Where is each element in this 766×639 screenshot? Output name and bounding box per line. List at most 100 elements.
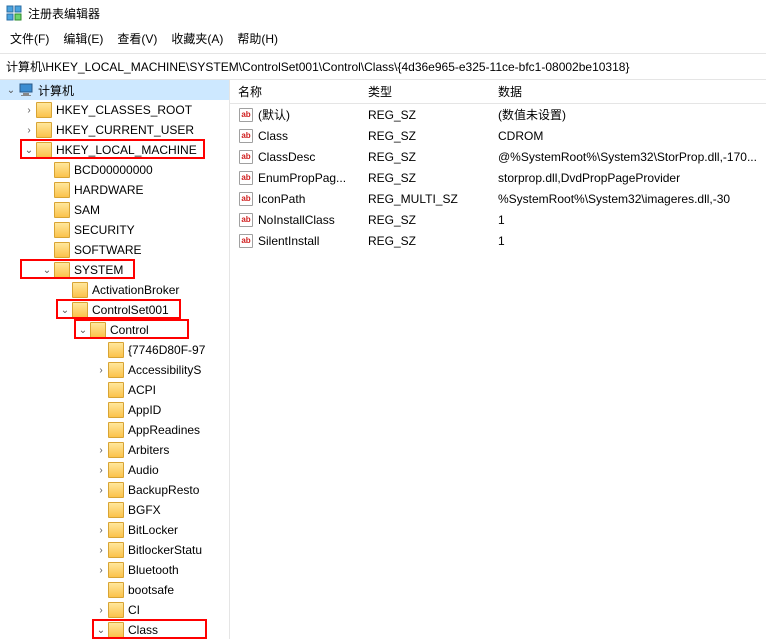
tree-node[interactable]: {7746D80F-97 (0, 340, 229, 360)
folder-icon (108, 522, 124, 538)
tree-node[interactable]: ⌄SYSTEM (0, 260, 229, 280)
value-name: IconPath (258, 192, 305, 206)
string-value-icon: ab (238, 191, 254, 207)
tree-node[interactable]: ⌄Control (0, 320, 229, 340)
tree-node-label: HKEY_CLASSES_ROOT (56, 103, 192, 117)
menu-favorites[interactable]: 收藏夹(A) (165, 28, 229, 49)
tree-node[interactable]: AppReadines (0, 420, 229, 440)
tree-node[interactable]: ›Arbiters (0, 440, 229, 460)
tree-node-label: HARDWARE (74, 183, 144, 197)
tree-node[interactable]: › HKEY_CLASSES_ROOT (0, 100, 229, 120)
chevron-down-icon[interactable]: ⌄ (4, 85, 18, 96)
tree-node-label: ControlSet001 (92, 303, 169, 317)
menu-file[interactable]: 文件(F) (4, 28, 55, 49)
menu-edit[interactable]: 编辑(E) (57, 28, 109, 49)
tree-node[interactable]: SAM (0, 200, 229, 220)
string-value-icon: ab (238, 170, 254, 186)
tree-node[interactable]: ›BackupResto (0, 480, 229, 500)
tree-node[interactable]: ⌄ Class (0, 620, 229, 639)
string-value-icon: ab (238, 107, 254, 123)
tree-node[interactable]: SOFTWARE (0, 240, 229, 260)
tree-node[interactable]: HARDWARE (0, 180, 229, 200)
tree-node[interactable]: ACPI (0, 380, 229, 400)
tree-node[interactable]: BCD00000000 (0, 160, 229, 180)
tree-node[interactable]: SECURITY (0, 220, 229, 240)
folder-icon (108, 362, 124, 378)
tree-node[interactable]: › CI (0, 600, 229, 620)
column-type[interactable]: 类型 (360, 83, 490, 100)
value-row[interactable]: abSilentInstallREG_SZ1 (230, 230, 766, 251)
folder-icon (54, 262, 70, 278)
tree-node-label: CI (128, 603, 140, 617)
chevron-right-icon[interactable]: › (22, 105, 36, 116)
address-bar[interactable]: 计算机\HKEY_LOCAL_MACHINE\SYSTEM\ControlSet… (0, 54, 766, 80)
list-header[interactable]: 名称 类型 数据 (230, 80, 766, 104)
value-row[interactable]: abClassDescREG_SZ@%SystemRoot%\System32\… (230, 146, 766, 167)
tree-node-label: BitlockerStatu (128, 543, 202, 557)
folder-icon (108, 502, 124, 518)
column-data[interactable]: 数据 (490, 83, 766, 100)
registry-tree[interactable]: ⌄计算机 › HKEY_CLASSES_ROOT ›HKEY_CURRENT_USER… (0, 80, 230, 639)
tree-node[interactable]: ›AccessibilityS (0, 360, 229, 380)
tree-node-label: Class (128, 623, 158, 637)
value-type: REG_MULTI_SZ (360, 192, 490, 206)
chevron-down-icon[interactable]: ⌄ (94, 625, 108, 636)
value-row[interactable]: abClassREG_SZCDROM (230, 125, 766, 146)
tree-node[interactable]: BGFX (0, 500, 229, 520)
menu-view[interactable]: 查看(V) (111, 28, 163, 49)
value-row[interactable]: abNoInstallClassREG_SZ1 (230, 209, 766, 230)
chevron-right-icon[interactable]: › (94, 365, 108, 376)
tree-node[interactable]: ›Audio (0, 460, 229, 480)
chevron-right-icon[interactable]: › (94, 605, 108, 616)
tree-node-label: {7746D80F-97 (128, 343, 205, 357)
tree-node-label: bootsafe (128, 583, 174, 597)
tree-node[interactable]: bootsafe (0, 580, 229, 600)
tree-node[interactable]: ›HKEY_CURRENT_USER (0, 120, 229, 140)
value-type: REG_SZ (360, 129, 490, 143)
folder-icon (90, 322, 106, 338)
tree-node[interactable]: ActivationBroker (0, 280, 229, 300)
chevron-down-icon[interactable]: ⌄ (40, 265, 54, 276)
value-name: (默认) (258, 106, 290, 123)
tree-node[interactable]: ⌄计算机 (0, 80, 229, 100)
chevron-right-icon[interactable]: › (94, 565, 108, 576)
tree-node[interactable]: ›Bluetooth (0, 560, 229, 580)
value-name: NoInstallClass (258, 213, 335, 227)
chevron-right-icon[interactable]: › (22, 125, 36, 136)
chevron-right-icon[interactable]: › (94, 465, 108, 476)
value-row[interactable]: abEnumPropPag...REG_SZstorprop.dll,DvdPr… (230, 167, 766, 188)
folder-icon (108, 482, 124, 498)
tree-node-label: ACPI (128, 383, 156, 397)
value-data: storprop.dll,DvdPropPageProvider (490, 171, 766, 185)
tree-node-label: BitLocker (128, 523, 178, 537)
title-bar: 注册表编辑器 (0, 0, 766, 26)
tree-node[interactable]: › BitlockerStatu (0, 540, 229, 560)
folder-icon (108, 542, 124, 558)
tree-node[interactable]: AppID (0, 400, 229, 420)
tree-node-label: HKEY_LOCAL_MACHINE (56, 143, 197, 157)
tree-node[interactable]: ⌄ ControlSet001 (0, 300, 229, 320)
chevron-right-icon[interactable]: › (94, 545, 108, 556)
window-title: 注册表编辑器 (28, 5, 100, 22)
value-name: SilentInstall (258, 234, 319, 248)
value-list[interactable]: 名称 类型 数据 ab(默认)REG_SZ(数值未设置)abClassREG_S… (230, 80, 766, 639)
value-data: (数值未设置) (490, 106, 766, 123)
value-data: 1 (490, 234, 766, 248)
folder-icon (108, 582, 124, 598)
chevron-right-icon[interactable]: › (94, 485, 108, 496)
column-name[interactable]: 名称 (230, 83, 360, 100)
chevron-right-icon[interactable]: › (94, 525, 108, 536)
tree-node[interactable]: › BitLocker (0, 520, 229, 540)
menu-help[interactable]: 帮助(H) (231, 28, 284, 49)
folder-icon (72, 282, 88, 298)
chevron-down-icon[interactable]: ⌄ (58, 305, 72, 316)
value-type: REG_SZ (360, 108, 490, 122)
chevron-right-icon[interactable]: › (94, 445, 108, 456)
chevron-down-icon[interactable]: ⌄ (22, 145, 36, 156)
folder-icon (36, 122, 52, 138)
tree-node[interactable]: ⌄ HKEY_LOCAL_MACHINE (0, 140, 229, 160)
value-row[interactable]: ab(默认) REG_SZ(数值未设置) (230, 104, 766, 125)
folder-icon (108, 382, 124, 398)
chevron-down-icon[interactable]: ⌄ (76, 325, 90, 336)
value-row[interactable]: abIconPathREG_MULTI_SZ%SystemRoot%\Syste… (230, 188, 766, 209)
